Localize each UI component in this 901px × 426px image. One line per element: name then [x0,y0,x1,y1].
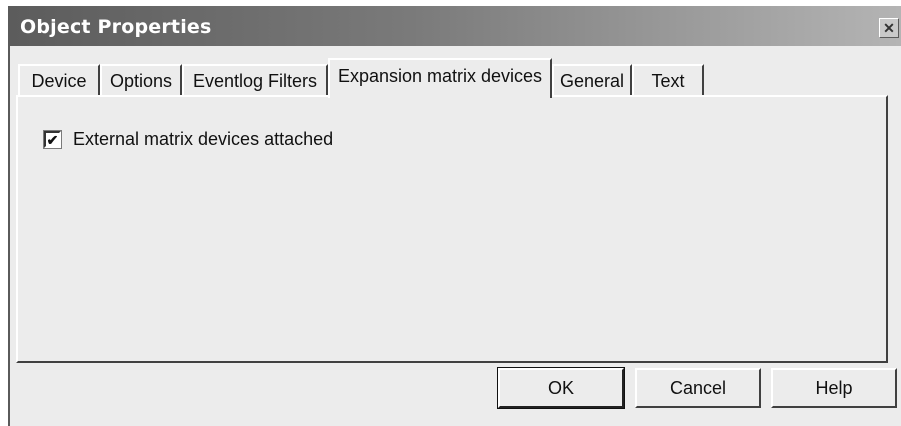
tab-device[interactable]: Device [18,64,100,96]
tab-expansion-matrix-devices[interactable]: Expansion matrix devices [328,58,552,98]
tab-options[interactable]: Options [100,64,182,96]
tab-panel: ✔ External matrix devices attached [16,95,888,363]
tab-label: Text [651,70,685,91]
tab-label: Expansion matrix devices [337,65,543,86]
tab-label: Options [109,70,173,91]
tab-label: Device [31,70,87,91]
checkmark-icon: ✔ [46,131,59,148]
dialog-title: Object Properties [20,16,212,38]
cancel-button-label: Cancel [669,377,727,398]
title-bar[interactable]: Object Properties ✕ [10,6,901,46]
ok-button-label: OK [547,377,574,398]
tab-eventlog-filters[interactable]: Eventlog Filters [182,64,328,96]
external-matrix-devices-option[interactable]: ✔ External matrix devices attached [43,129,334,150]
help-button[interactable]: Help [771,368,897,408]
tab-text[interactable]: Text [632,64,704,96]
tab-label: Eventlog Filters [192,70,318,91]
close-button[interactable]: ✕ [879,18,899,38]
external-matrix-devices-checkbox[interactable]: ✔ [43,130,62,149]
close-icon: ✕ [883,20,895,36]
checkbox-label: External matrix devices attached [73,129,334,149]
tab-general[interactable]: General [552,64,632,96]
tab-strip: Device Options Eventlog Filters Expansio… [18,56,888,98]
help-button-label: Help [815,377,853,398]
tab-label: General [559,70,625,91]
ok-button[interactable]: OK [497,367,625,409]
cancel-button[interactable]: Cancel [635,368,761,408]
